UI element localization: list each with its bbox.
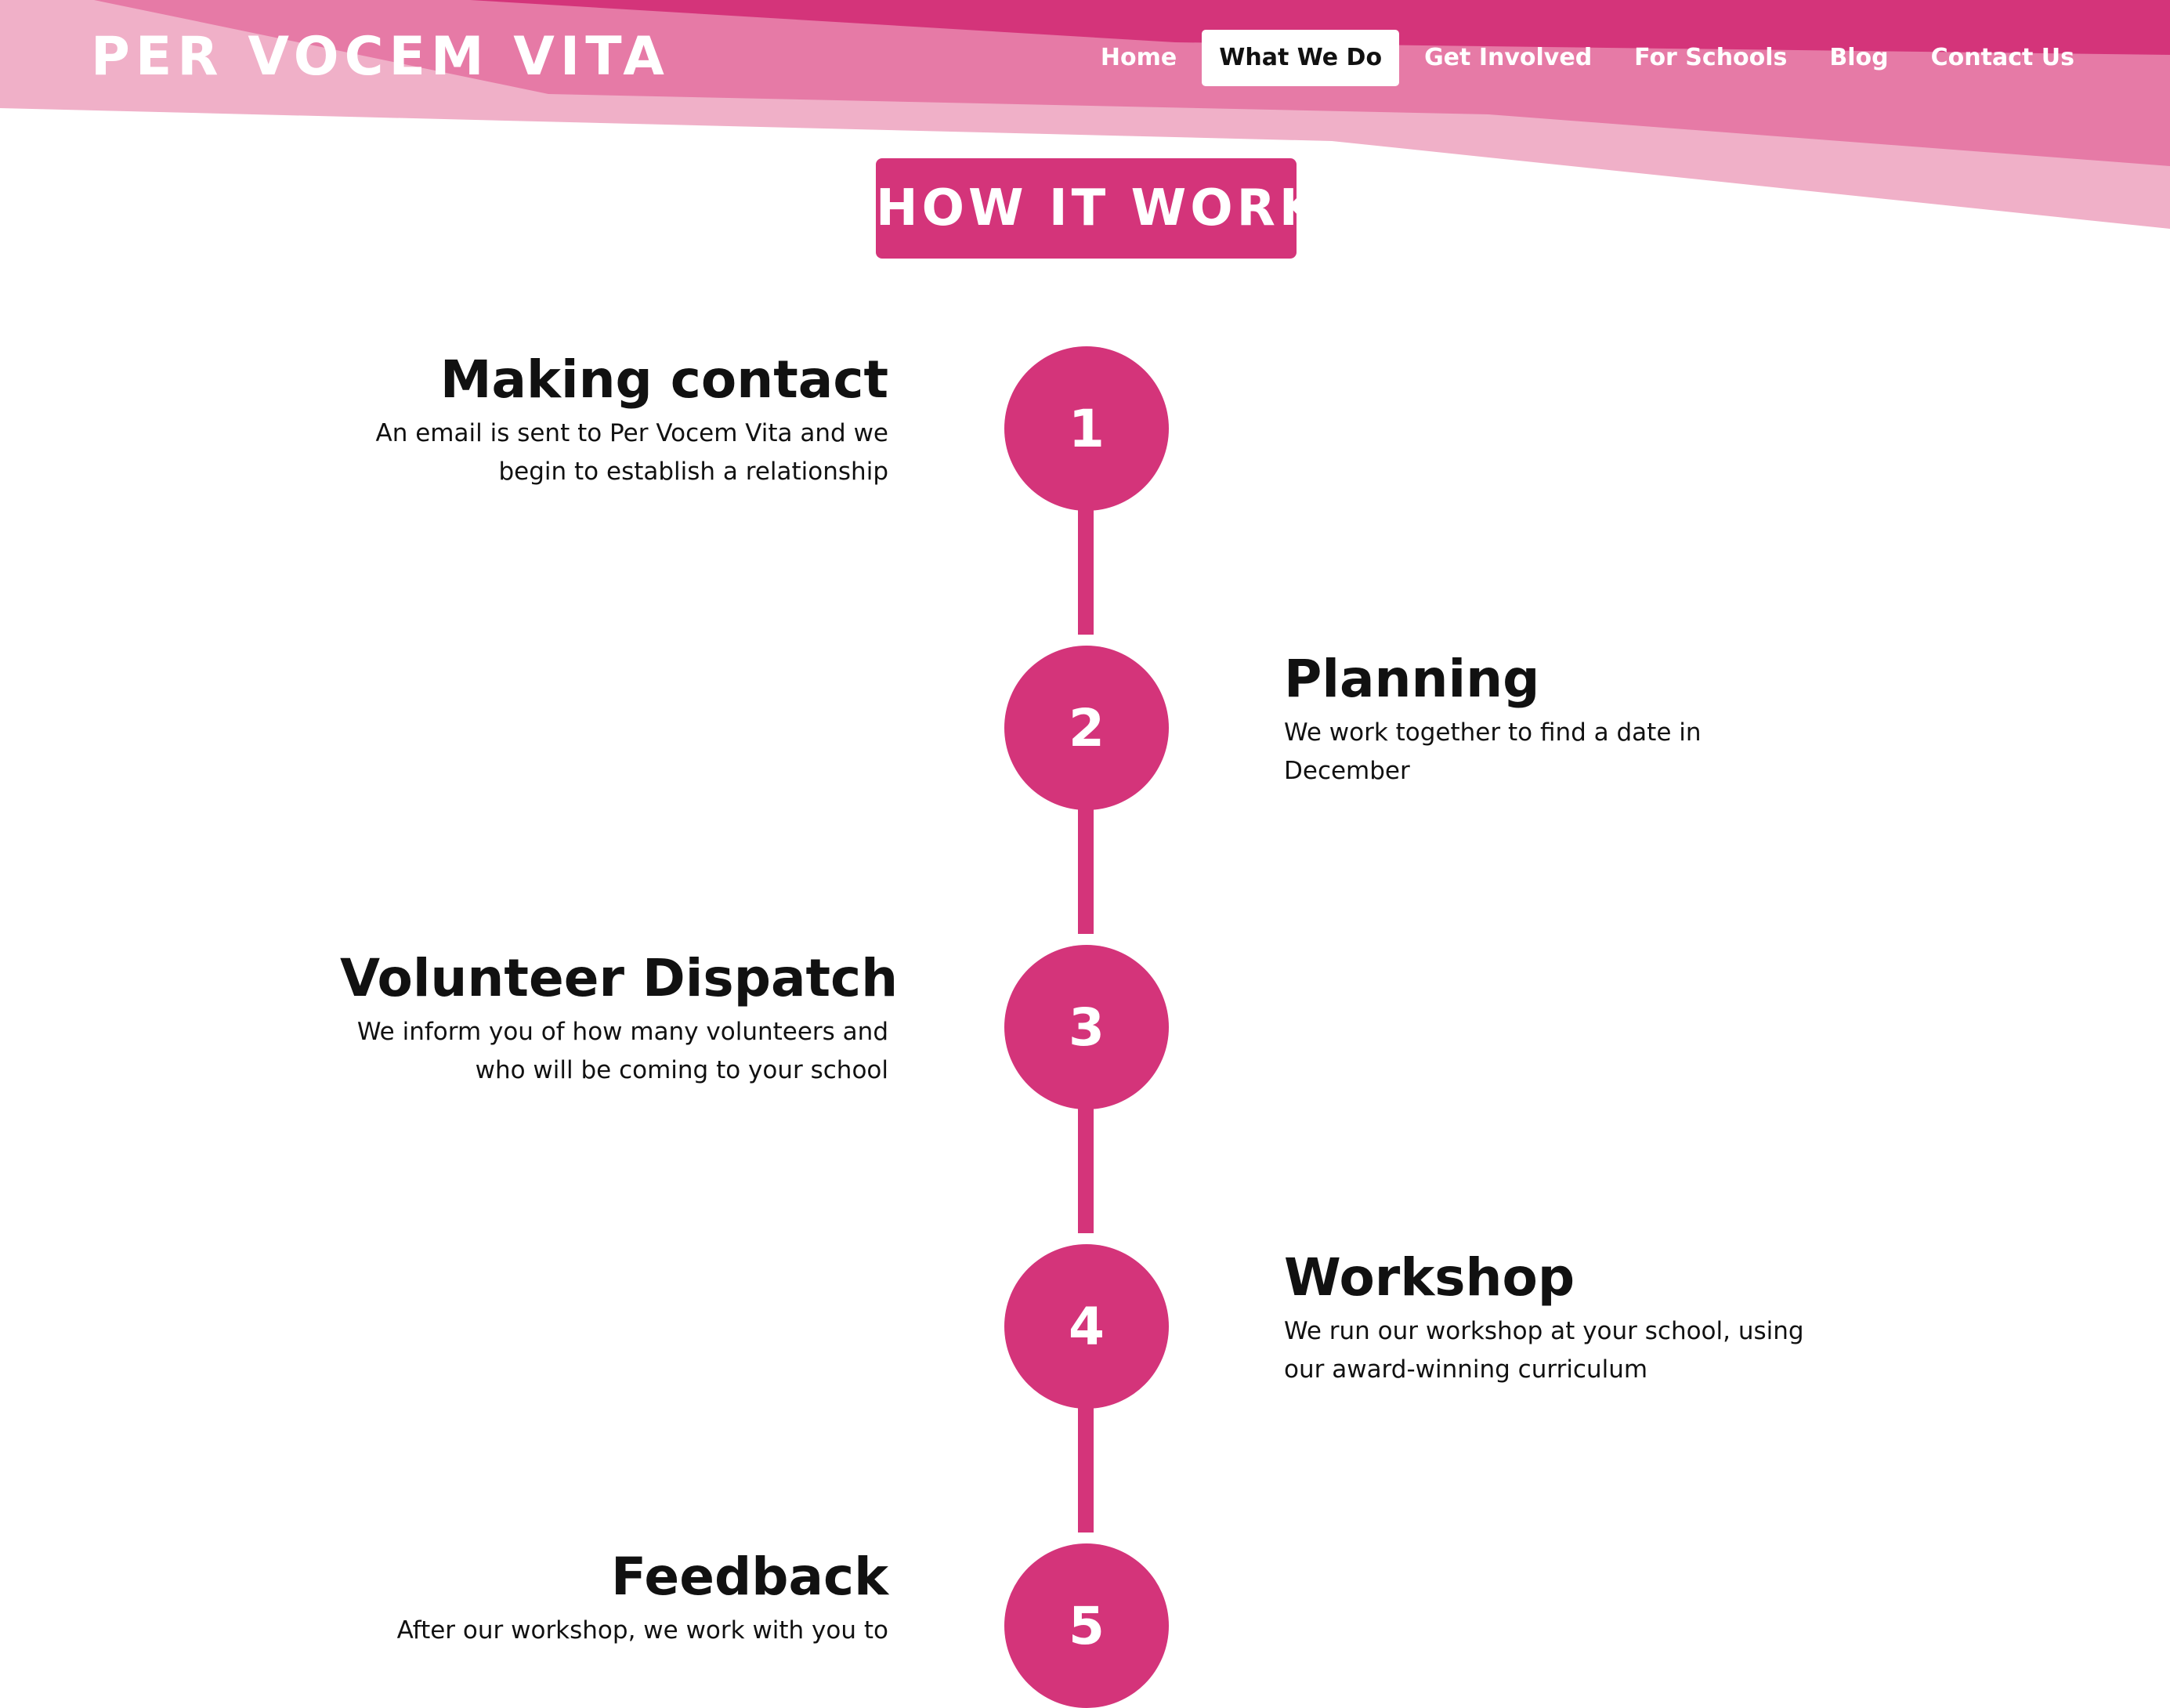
timeline-connector <box>1078 1407 1094 1532</box>
site-logo[interactable]: PER VOCEM VITA <box>91 22 670 92</box>
timeline-connector <box>1078 1108 1094 1233</box>
step-title: Making contact <box>439 349 888 410</box>
step-number-badge: 5 <box>1004 1543 1169 1708</box>
step-description: After our workshop, we work with you to <box>396 1616 888 1645</box>
step-item: Making contact An email is sent to Per V… <box>340 349 888 491</box>
step-title: Volunteer Dispatch <box>340 948 899 1008</box>
step-description: We work together to find a date in Decem… <box>1284 718 1702 785</box>
nav-contact-us[interactable]: Contact Us <box>1914 30 2092 86</box>
step-description: An email is sent to Per Vocem Vita and w… <box>375 419 888 486</box>
nav-get-involved[interactable]: Get Involved <box>1407 30 1609 86</box>
step-number-badge: 2 <box>1004 646 1169 810</box>
step-title: Workshop <box>1284 1247 1575 1308</box>
section-title: HOW IT WORKS <box>876 158 1358 259</box>
step-description: We inform you of how many volunteers and… <box>356 1018 888 1084</box>
step-number-badge: 4 <box>1004 1244 1169 1409</box>
step-item: Volunteer Dispatch We inform you of how … <box>340 947 899 1090</box>
nav-home[interactable]: Home <box>1083 30 1194 86</box>
step-title: Planning <box>1284 649 1540 709</box>
nav-for-schools[interactable]: For Schools <box>1617 30 1804 86</box>
step-item: Feedback After our workshop, we work wit… <box>340 1546 888 1650</box>
step-item: Planning We work together to find a date… <box>1284 648 1832 791</box>
timeline-connector <box>1078 809 1094 934</box>
nav-what-we-do[interactable]: What We Do <box>1202 30 1400 86</box>
timeline-connector <box>1078 509 1094 635</box>
step-item: Workshop We run our workshop at your sch… <box>1284 1247 1832 1389</box>
step-number-badge: 3 <box>1004 945 1169 1109</box>
step-number-badge: 1 <box>1004 346 1169 511</box>
main-nav: Home What We Do Get Involved For Schools… <box>1083 30 2092 86</box>
step-description: We run our workshop at your school, usin… <box>1284 1317 1804 1384</box>
step-title: Feedback <box>611 1547 888 1607</box>
nav-blog[interactable]: Blog <box>1812 30 1905 86</box>
